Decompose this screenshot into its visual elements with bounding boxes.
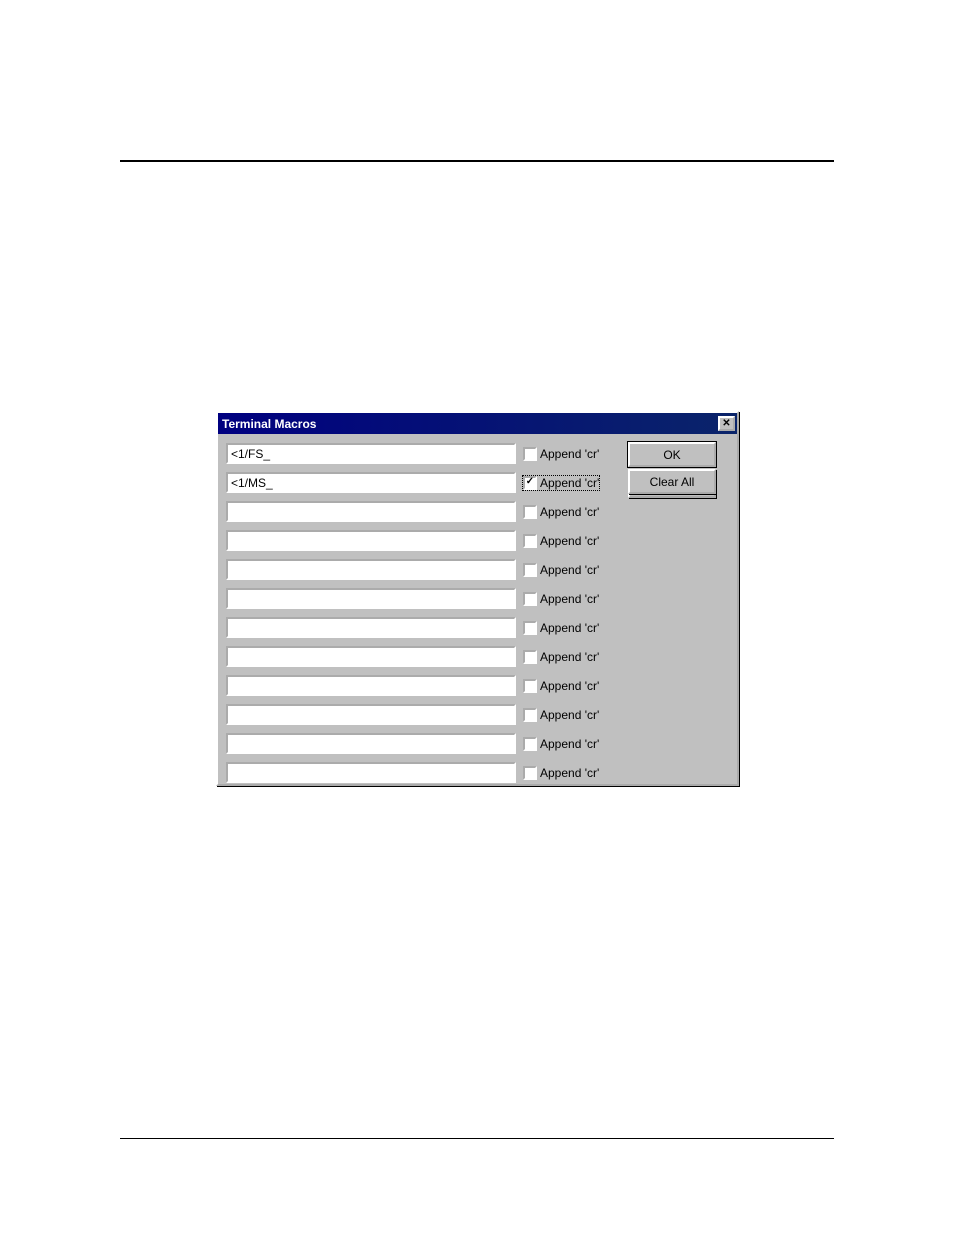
macro-row: Append 'cr': [226, 761, 614, 784]
checkbox-icon: [523, 505, 537, 519]
append-cr-label: Append 'cr': [540, 766, 599, 780]
checkbox-icon: [523, 737, 537, 751]
macro-input-5[interactable]: [226, 559, 516, 580]
macro-row: Append 'cr': [226, 558, 614, 581]
page: Terminal Macros ✕ Append 'cr': [0, 0, 954, 1235]
checkbox-icon: [523, 476, 537, 490]
append-cr-3[interactable]: Append 'cr': [522, 504, 600, 520]
button-label: OK: [663, 448, 680, 462]
macro-row: Append 'cr': [226, 732, 614, 755]
append-cr-10[interactable]: Append 'cr': [522, 707, 600, 723]
macro-input-10[interactable]: [226, 704, 516, 725]
macro-input-8[interactable]: [226, 646, 516, 667]
macro-input-3[interactable]: [226, 501, 516, 522]
page-divider-bottom: [120, 1138, 834, 1139]
dialog-body: Append 'cr' Append 'cr' Append 'cr': [218, 434, 737, 792]
append-cr-label: Append 'cr': [540, 505, 599, 519]
dialog-title: Terminal Macros: [222, 417, 316, 431]
page-divider-top: [120, 160, 834, 162]
titlebar: Terminal Macros ✕: [218, 413, 737, 434]
append-cr-6[interactable]: Append 'cr': [522, 591, 600, 607]
append-cr-label: Append 'cr': [540, 708, 599, 722]
checkbox-icon: [523, 621, 537, 635]
append-cr-label: Append 'cr': [540, 679, 599, 693]
clear-all-wrap: Clear All: [628, 469, 716, 494]
append-cr-8[interactable]: Append 'cr': [522, 649, 600, 665]
macro-input-11[interactable]: [226, 733, 516, 754]
append-cr-7[interactable]: Append 'cr': [522, 620, 600, 636]
checkbox-icon: [523, 650, 537, 664]
checkbox-icon: [523, 534, 537, 548]
macro-input-12[interactable]: [226, 762, 516, 783]
append-cr-label: Append 'cr': [540, 592, 599, 606]
macro-input-4[interactable]: [226, 530, 516, 551]
terminal-macros-dialog: Terminal Macros ✕ Append 'cr': [216, 411, 739, 786]
append-cr-label: Append 'cr': [540, 563, 599, 577]
append-cr-12[interactable]: Append 'cr': [522, 765, 600, 781]
clear-all-button[interactable]: Clear All: [628, 469, 716, 494]
macro-input-7[interactable]: [226, 617, 516, 638]
append-cr-5[interactable]: Append 'cr': [522, 562, 600, 578]
append-cr-11[interactable]: Append 'cr': [522, 736, 600, 752]
macro-row: Append 'cr': [226, 471, 614, 494]
append-cr-label: Append 'cr': [540, 650, 599, 664]
append-cr-2[interactable]: Append 'cr': [522, 475, 600, 491]
macro-input-6[interactable]: [226, 588, 516, 609]
close-icon: ✕: [722, 419, 730, 429]
close-button[interactable]: ✕: [718, 416, 735, 431]
macro-row: Append 'cr': [226, 703, 614, 726]
macro-row: Append 'cr': [226, 616, 614, 639]
checkbox-icon: [523, 766, 537, 780]
dialog-buttons: OK Cancel Clear All: [620, 442, 720, 498]
append-cr-1[interactable]: Append 'cr': [522, 446, 600, 462]
ok-button[interactable]: OK: [628, 442, 716, 467]
checkbox-icon: [523, 679, 537, 693]
append-cr-label: Append 'cr': [540, 447, 599, 461]
append-cr-label: Append 'cr': [540, 621, 599, 635]
checkbox-icon: [523, 592, 537, 606]
append-cr-label: Append 'cr': [540, 476, 599, 490]
append-cr-4[interactable]: Append 'cr': [522, 533, 600, 549]
append-cr-label: Append 'cr': [540, 737, 599, 751]
macro-row: Append 'cr': [226, 674, 614, 697]
checkbox-icon: [523, 708, 537, 722]
macro-row: Append 'cr': [226, 442, 614, 465]
append-cr-label: Append 'cr': [540, 534, 599, 548]
macro-input-1[interactable]: [226, 443, 516, 464]
macro-row: Append 'cr': [226, 587, 614, 610]
macro-row: Append 'cr': [226, 645, 614, 668]
checkbox-icon: [523, 563, 537, 577]
macro-row: Append 'cr': [226, 529, 614, 552]
macro-input-2[interactable]: [226, 472, 516, 493]
button-label: Clear All: [650, 475, 695, 489]
macro-input-9[interactable]: [226, 675, 516, 696]
checkbox-icon: [523, 447, 537, 461]
append-cr-9[interactable]: Append 'cr': [522, 678, 600, 694]
macro-rows: Append 'cr' Append 'cr' Append 'cr': [226, 442, 614, 784]
macro-row: Append 'cr': [226, 500, 614, 523]
